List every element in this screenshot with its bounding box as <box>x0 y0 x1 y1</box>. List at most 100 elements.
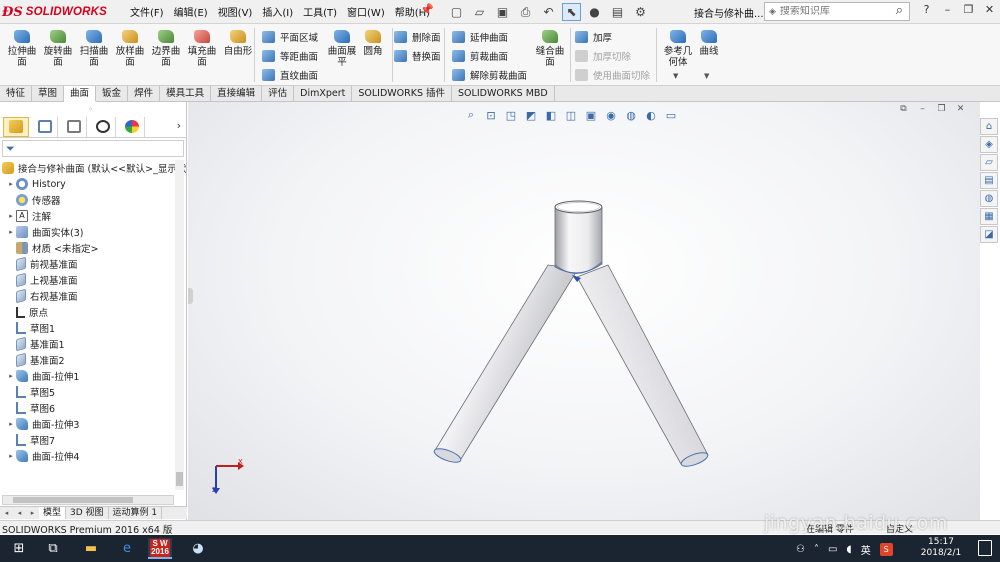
delete-face-button[interactable]: 删除面 <box>394 28 441 45</box>
undo-icon[interactable]: ↶ <box>539 3 558 21</box>
tree-item[interactable]: 上视基准面 <box>6 272 78 288</box>
next-tab-arrow-icon[interactable]: ▸ <box>26 507 39 519</box>
left-branch-surface[interactable] <box>433 264 579 465</box>
print-icon[interactable]: ⎙ <box>516 3 535 21</box>
tree-vertical-scrollbar[interactable] <box>175 160 184 490</box>
tree-item[interactable]: ▸ A 注解 <box>6 208 51 224</box>
search-box[interactable]: ◈ ⌕ <box>764 2 910 21</box>
panel-collapse-icon[interactable]: ◦ <box>88 105 93 114</box>
action-center-icon[interactable] <box>978 540 992 556</box>
menu-item[interactable]: 编辑(E) <box>174 4 208 19</box>
swept-surface-button[interactable]: 扫描曲 面 <box>76 28 112 68</box>
expand-arrow-icon[interactable]: ▸ <box>6 228 16 236</box>
tree-item[interactable]: 草图6 <box>6 400 55 416</box>
restore-icon[interactable]: ❐ <box>958 3 979 16</box>
expand-arrow-icon[interactable]: ▸ <box>6 420 16 428</box>
tab-1[interactable]: 草图 <box>32 86 65 102</box>
solidworks-resources-icon[interactable]: ⌂ <box>980 118 998 135</box>
view-palette-icon[interactable]: ▤ <box>980 172 998 189</box>
feature-manager-tab[interactable] <box>3 116 29 137</box>
open-document-icon[interactable]: ▱ <box>470 3 489 21</box>
surface-cut-button[interactable]: 使用曲面切除 <box>575 66 650 83</box>
custom-properties-icon[interactable]: ▦ <box>980 208 998 225</box>
solidworks-taskbar-button[interactable]: S W 2016 <box>148 538 172 559</box>
network-icon[interactable]: ▭ <box>828 544 837 555</box>
file-properties-icon[interactable]: ▤ <box>608 3 627 21</box>
curves-button[interactable]: 曲线 <box>691 28 727 57</box>
tree-item[interactable]: 草图7 <box>6 432 55 448</box>
tree-item[interactable]: 基准面1 <box>6 336 65 352</box>
tree-item[interactable]: ▸ History <box>6 176 66 192</box>
tree-item[interactable]: 右视基准面 <box>6 288 78 304</box>
revolved-surface-button[interactable]: 旋转曲 面 <box>40 28 76 68</box>
knit-surface-button[interactable]: 缝合曲 面 <box>532 28 568 68</box>
options-gear-icon[interactable]: ⚙ <box>631 3 650 21</box>
design-library-icon[interactable]: ◈ <box>980 136 998 153</box>
untrim-surface-button[interactable]: 解除剪裁曲面 <box>452 66 527 83</box>
boundary-surface-button[interactable]: 边界曲 面 <box>148 28 184 68</box>
tree-item[interactable]: 原点 <box>6 304 48 320</box>
tree-item[interactable]: 材质 <未指定> <box>6 240 98 256</box>
system-clock[interactable]: 15:17 2018/2/1 <box>915 537 967 559</box>
planar-surface-button[interactable]: 平面区域 <box>262 28 318 45</box>
tray-expand-icon[interactable]: ˄ <box>814 544 819 555</box>
tab-5[interactable]: 模具工具 <box>160 86 212 102</box>
close-icon[interactable]: ✕ <box>979 3 1000 16</box>
tab-9[interactable]: SOLIDWORKS 插件 <box>352 86 453 102</box>
tab-motion-study[interactable]: 运动算例 1 <box>109 507 163 519</box>
paint-app-icon[interactable]: ◕ <box>186 538 210 559</box>
tab-8[interactable]: DimXpert <box>294 86 353 102</box>
tree-filter[interactable]: ⏷ <box>2 140 184 157</box>
tree-horizontal-scrollbar[interactable] <box>2 495 174 505</box>
sogou-input-icon[interactable]: S <box>879 542 893 556</box>
expand-arrow-icon[interactable]: ▸ <box>6 372 16 380</box>
tree-item[interactable]: ▸ 曲面实体(3) <box>6 224 83 240</box>
property-manager-tab[interactable] <box>32 116 58 137</box>
volume-icon[interactable]: ◖ <box>846 544 851 555</box>
tab-model[interactable]: 模型 <box>39 507 67 519</box>
tab-4[interactable]: 焊件 <box>128 86 161 102</box>
offset-surface-button[interactable]: 等距曲面 <box>262 47 318 64</box>
thicken-button[interactable]: 加厚 <box>575 28 612 45</box>
forum-icon[interactable]: ◪ <box>980 226 998 243</box>
traffic-light-icon[interactable]: ● <box>585 3 604 21</box>
tab-2[interactable]: 曲面 <box>64 86 97 102</box>
menu-item[interactable]: 窗口(W) <box>347 4 385 19</box>
tree-item[interactable]: ▸ 曲面-拉伸4 <box>6 448 79 464</box>
replace-face-button[interactable]: 替换面 <box>394 47 441 64</box>
extend-surface-button[interactable]: 延伸曲面 <box>452 28 508 45</box>
display-manager-tab[interactable] <box>119 116 145 137</box>
save-icon[interactable]: ▣ <box>493 3 512 21</box>
surface-model[interactable] <box>188 102 980 520</box>
panel-expand-icon[interactable]: › <box>177 119 181 132</box>
windows-start-icon[interactable]: ⊞ <box>7 538 31 559</box>
tree-item[interactable]: 草图5 <box>6 384 55 400</box>
pin-icon[interactable]: 📌 <box>420 3 434 16</box>
menu-item[interactable]: 工具(T) <box>303 4 337 19</box>
tree-item[interactable]: ▸ 曲面-拉伸1 <box>6 368 79 384</box>
menu-item[interactable]: 视图(V) <box>218 4 253 19</box>
tree-item[interactable]: 传感器 <box>6 192 61 208</box>
help-icon[interactable]: ? <box>916 3 937 16</box>
tree-root-part[interactable]: 接合与修补曲面 (默认<<默认>_显示状 <box>2 160 186 176</box>
freeform-button[interactable]: 自由形 <box>220 28 256 57</box>
solidworks-logo[interactable]: ƉS SOLIDWORKS <box>2 3 112 21</box>
fillet-button[interactable]: 圆角 <box>355 28 391 57</box>
extruded-surface-button[interactable]: 拉伸曲 面 <box>4 28 40 68</box>
graphics-area[interactable]: ⌕ ⊡ ◳ ◩ ◧ ◫ ▣ ◉ ◍ ◐ ▭ ⧉ – ❐ ✕ X Z <box>188 102 980 520</box>
tab-7[interactable]: 评估 <box>262 86 295 102</box>
thicken-cut-button[interactable]: 加厚切除 <box>575 47 631 64</box>
ruled-surface-button[interactable]: 直纹曲面 <box>262 66 318 83</box>
select-pointer-icon[interactable]: ⬉ <box>562 3 581 21</box>
tree-item[interactable]: 草图1 <box>6 320 55 336</box>
configuration-manager-tab[interactable] <box>61 116 87 137</box>
menu-item[interactable]: 插入(I) <box>262 4 293 19</box>
appearances-icon[interactable]: ◍ <box>980 190 998 207</box>
tab-0[interactable]: 特征 <box>0 86 33 102</box>
tab-10[interactable]: SOLIDWORKS MBD <box>452 86 555 102</box>
tab-3d-view[interactable]: 3D 视图 <box>66 507 109 519</box>
lofted-surface-button[interactable]: 放样曲 面 <box>112 28 148 68</box>
dimxpert-manager-tab[interactable] <box>90 116 116 137</box>
edge-browser-icon[interactable]: e <box>115 538 139 559</box>
tree-item[interactable]: 前视基准面 <box>6 256 78 272</box>
